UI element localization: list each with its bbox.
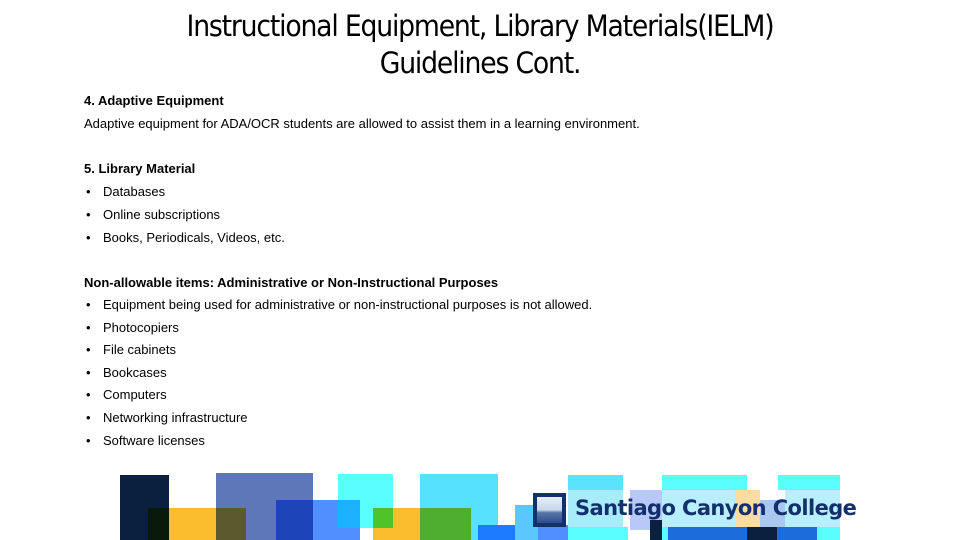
- bullet-icon: •: [86, 297, 91, 312]
- color-block: [216, 473, 313, 540]
- bullet-icon: •: [86, 207, 91, 222]
- bullet-icon: •: [86, 433, 91, 448]
- bullet-icon: •: [86, 410, 91, 425]
- color-block: [373, 508, 393, 528]
- color-block: [420, 508, 471, 540]
- bullet-icon: •: [86, 320, 91, 335]
- section-heading-non-allowable: Non-allowable items: Administrative or N…: [84, 275, 499, 290]
- decorative-color-block-banner: [0, 0, 960, 540]
- color-block: [778, 475, 840, 490]
- color-block: [276, 500, 313, 540]
- color-block: [420, 474, 498, 540]
- color-block: [313, 500, 360, 540]
- color-block: [478, 525, 538, 540]
- color-block: [148, 508, 169, 540]
- color-block: [169, 508, 216, 540]
- slide-title-line-2: Guidelines Cont.: [379, 46, 582, 80]
- color-block: [216, 508, 246, 540]
- color-block: [373, 508, 420, 540]
- bullet-icon: •: [86, 342, 91, 357]
- bullet-icon: •: [86, 184, 91, 199]
- college-name: Santiago Canyon College: [575, 496, 857, 520]
- bullet-icon: •: [86, 230, 91, 245]
- color-block: [338, 500, 360, 528]
- bullet-icon: •: [86, 365, 91, 380]
- college-landscape-emblem-icon: [533, 493, 566, 527]
- color-block: [338, 474, 393, 528]
- section-heading-library-material: 5. Library Material: [84, 161, 196, 176]
- adaptive-equipment-text: Adaptive equipment for ADA/OCR students …: [84, 116, 640, 131]
- bullet-icon: •: [86, 387, 91, 402]
- color-block: [120, 475, 169, 540]
- section-heading-adaptive-equipment: 4. Adaptive Equipment: [84, 93, 224, 108]
- slide-title-line-1: Instructional Equipment, Library Materia…: [186, 9, 775, 43]
- college-logo: Santiago Canyon College: [533, 493, 857, 529]
